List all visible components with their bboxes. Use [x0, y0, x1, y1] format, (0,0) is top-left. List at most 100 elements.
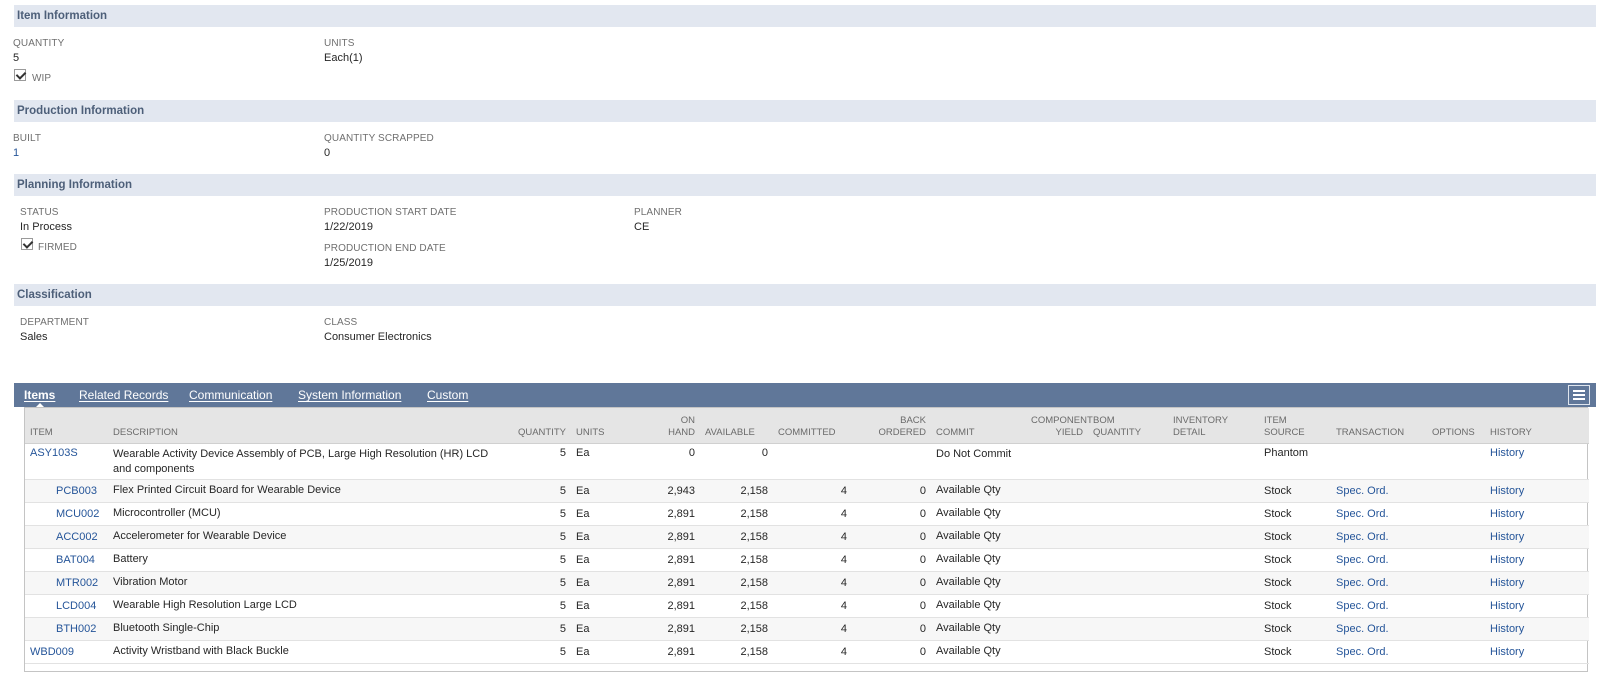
item-commit: Available Qty	[931, 571, 1026, 595]
status-value: In Process	[20, 221, 72, 233]
wip-label: WIP	[32, 73, 52, 84]
item-units: Ea	[571, 640, 626, 664]
column-header-back-ordered: BACK ORDERED	[852, 408, 931, 444]
item-history-link[interactable]: History	[1485, 640, 1589, 664]
item-committed: 4	[773, 640, 852, 664]
item-commit: Available Qty	[931, 640, 1026, 664]
item-history-link[interactable]: History	[1485, 548, 1589, 572]
column-header-on-hand: ON HAND	[626, 408, 700, 444]
classification-header: Classification	[14, 284, 1596, 306]
item-information-header: Item Information	[14, 5, 1596, 27]
units-label: UNITS	[324, 38, 355, 49]
item-transaction-link[interactable]: Spec. Ord.	[1331, 571, 1427, 595]
column-header-inventory-detail: INVENTORY DETAIL	[1168, 408, 1259, 444]
item-link[interactable]: WBD009	[25, 640, 108, 664]
item-transaction-link[interactable]: Spec. Ord.	[1331, 640, 1427, 664]
item-description: Microcontroller (MCU)	[108, 502, 511, 526]
column-header-quantity: QUANTITY	[511, 408, 571, 444]
item-available: 2,158	[700, 617, 773, 641]
column-header-item: ITEM	[25, 408, 108, 444]
item-quantity: 5	[511, 479, 571, 503]
column-header-committed: COMMITTED	[773, 408, 852, 444]
item-available: 2,158	[700, 571, 773, 595]
item-on-hand: 2,891	[626, 502, 700, 526]
item-link[interactable]: LCD004	[25, 594, 108, 618]
item-link[interactable]: ASY103S	[25, 443, 108, 480]
item-quantity: 5	[511, 571, 571, 595]
item-history-link[interactable]: History	[1485, 525, 1589, 549]
item-options	[1427, 594, 1485, 618]
tab-custom[interactable]: Custom	[427, 383, 468, 407]
planning-information-header: Planning Information	[14, 174, 1596, 196]
item-component-yield	[1026, 548, 1088, 572]
item-source: Stock	[1259, 571, 1331, 595]
column-header-bom-quantity: BOM QUANTITY	[1088, 408, 1168, 444]
item-transaction-link[interactable]: Spec. Ord.	[1331, 502, 1427, 526]
item-committed: 4	[773, 571, 852, 595]
item-inventory-detail	[1168, 594, 1259, 618]
item-component-yield	[1026, 617, 1088, 641]
item-source: Stock	[1259, 502, 1331, 526]
item-available: 2,158	[700, 479, 773, 503]
item-history-link[interactable]: History	[1485, 502, 1589, 526]
item-quantity: 5	[511, 502, 571, 526]
item-component-yield	[1026, 502, 1088, 526]
item-link[interactable]: MCU002	[25, 502, 108, 526]
column-header-transaction: TRANSACTION	[1331, 408, 1427, 444]
firmed-checkbox[interactable]	[21, 238, 33, 250]
item-available: 2,158	[700, 525, 773, 549]
item-available: 2,158	[700, 594, 773, 618]
item-inventory-detail	[1168, 617, 1259, 641]
item-component-yield	[1026, 571, 1088, 595]
item-units: Ea	[571, 443, 626, 480]
item-link[interactable]: MTR002	[25, 571, 108, 595]
item-committed: 4	[773, 502, 852, 526]
item-transaction-link[interactable]: Spec. Ord.	[1331, 617, 1427, 641]
item-history-link[interactable]: History	[1485, 571, 1589, 595]
status-label: STATUS	[20, 207, 59, 218]
department-value: Sales	[20, 331, 48, 343]
column-header-options: OPTIONS	[1427, 408, 1485, 444]
item-bom-quantity	[1088, 443, 1168, 480]
production-start-date-label: PRODUCTION START DATE	[324, 207, 457, 218]
item-transaction-link[interactable]: Spec. Ord.	[1331, 525, 1427, 549]
item-history-link[interactable]: History	[1485, 443, 1589, 480]
item-link[interactable]: ACC002	[25, 525, 108, 549]
item-component-yield	[1026, 479, 1088, 503]
planner-label: PLANNER	[634, 207, 682, 218]
item-transaction-link[interactable]: Spec. Ord.	[1331, 594, 1427, 618]
tab-communication[interactable]: Communication	[189, 383, 272, 407]
column-header-history: HISTORY	[1485, 408, 1589, 444]
item-inventory-detail	[1168, 548, 1259, 572]
built-value[interactable]: 1	[13, 147, 19, 159]
tab-related-records[interactable]: Related Records	[79, 383, 168, 407]
item-transaction-link[interactable]: Spec. Ord.	[1331, 479, 1427, 503]
item-inventory-detail	[1168, 479, 1259, 503]
quantity-scrapped-label: QUANTITY SCRAPPED	[324, 133, 434, 144]
item-history-link[interactable]: History	[1485, 594, 1589, 618]
item-back-ordered: 0	[852, 479, 931, 503]
item-options	[1427, 571, 1485, 595]
item-transaction-link[interactable]: Spec. Ord.	[1331, 548, 1427, 572]
item-on-hand: 2,943	[626, 479, 700, 503]
item-back-ordered: 0	[852, 594, 931, 618]
item-link[interactable]: BAT004	[25, 548, 108, 572]
item-link[interactable]: PCB003	[25, 479, 108, 503]
list-view-icon[interactable]	[1568, 385, 1590, 405]
tab-items[interactable]: Items	[24, 383, 55, 408]
item-source: Stock	[1259, 548, 1331, 572]
tab-system-information[interactable]: System Information	[298, 383, 401, 407]
table-row: MTR002 Vibration Motor 5 Ea 2,891 2,158 4 0 Avai…	[25, 571, 1589, 595]
column-header-commit: COMMIT	[931, 408, 1026, 444]
item-bom-quantity	[1088, 502, 1168, 526]
item-committed: 4	[773, 594, 852, 618]
item-on-hand: 2,891	[626, 617, 700, 641]
quantity-scrapped-value: 0	[324, 147, 331, 159]
item-history-link[interactable]: History	[1485, 617, 1589, 641]
wip-checkbox[interactable]	[14, 69, 26, 81]
item-back-ordered	[852, 443, 931, 480]
department-label: DEPARTMENT	[20, 317, 89, 328]
item-back-ordered: 0	[852, 548, 931, 572]
item-history-link[interactable]: History	[1485, 479, 1589, 503]
item-link[interactable]: BTH002	[25, 617, 108, 641]
